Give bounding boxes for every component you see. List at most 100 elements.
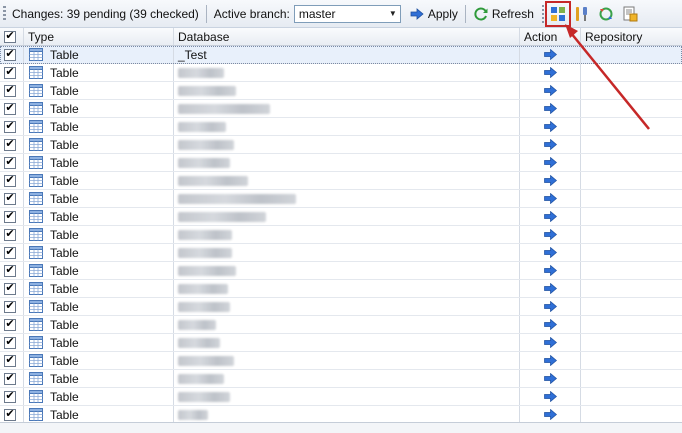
apply-to-repository-arrow-icon[interactable] <box>542 155 558 171</box>
row-checkbox[interactable]: ✔ <box>4 228 16 241</box>
action-cell[interactable] <box>520 334 581 351</box>
row-checkbox[interactable]: ✔ <box>4 246 16 259</box>
row-checkbox-cell[interactable]: ✔ <box>0 298 24 315</box>
header-select-all[interactable]: ✔ <box>0 28 24 45</box>
apply-to-repository-arrow-icon[interactable] <box>542 173 558 189</box>
sync-button[interactable] <box>596 4 616 24</box>
action-cell[interactable] <box>520 316 581 333</box>
apply-to-repository-arrow-icon[interactable] <box>542 371 558 387</box>
apply-to-repository-arrow-icon[interactable] <box>542 299 558 315</box>
action-cell[interactable] <box>520 46 581 63</box>
action-cell[interactable] <box>520 172 581 189</box>
settings-button[interactable] <box>572 4 592 24</box>
report-button[interactable] <box>620 4 640 24</box>
action-cell[interactable] <box>520 244 581 261</box>
action-cell[interactable] <box>520 406 581 422</box>
row-checkbox[interactable]: ✔ <box>4 210 16 223</box>
apply-to-repository-arrow-icon[interactable] <box>542 83 558 99</box>
table-row[interactable]: ✔ Table <box>0 388 682 406</box>
row-checkbox[interactable]: ✔ <box>4 138 16 151</box>
table-row[interactable]: ✔ Table <box>0 154 682 172</box>
apply-to-repository-arrow-icon[interactable] <box>542 353 558 369</box>
apply-to-repository-arrow-icon[interactable] <box>542 281 558 297</box>
row-checkbox[interactable]: ✔ <box>4 192 16 205</box>
header-action[interactable]: Action <box>520 28 581 45</box>
apply-to-repository-arrow-icon[interactable] <box>542 101 558 117</box>
action-cell[interactable] <box>520 64 581 81</box>
row-checkbox-cell[interactable]: ✔ <box>0 406 24 422</box>
row-checkbox[interactable]: ✔ <box>4 174 16 187</box>
row-checkbox-cell[interactable]: ✔ <box>0 172 24 189</box>
action-cell[interactable] <box>520 262 581 279</box>
row-checkbox-cell[interactable]: ✔ <box>0 280 24 297</box>
table-row[interactable]: ✔ Table <box>0 100 682 118</box>
row-checkbox[interactable]: ✔ <box>4 336 16 349</box>
row-checkbox-cell[interactable]: ✔ <box>0 100 24 117</box>
row-checkbox-cell[interactable]: ✔ <box>0 208 24 225</box>
action-cell[interactable] <box>520 388 581 405</box>
table-row[interactable]: ✔ Table <box>0 226 682 244</box>
apply-to-repository-arrow-icon[interactable] <box>542 335 558 351</box>
header-type[interactable]: Type <box>24 28 174 45</box>
row-checkbox-cell[interactable]: ✔ <box>0 154 24 171</box>
apply-to-repository-arrow-icon[interactable] <box>542 65 558 81</box>
row-checkbox[interactable]: ✔ <box>4 156 16 169</box>
row-checkbox[interactable]: ✔ <box>4 408 16 421</box>
apply-to-repository-arrow-icon[interactable] <box>542 245 558 261</box>
action-cell[interactable] <box>520 154 581 171</box>
action-cell[interactable] <box>520 82 581 99</box>
apply-to-repository-arrow-icon[interactable] <box>542 191 558 207</box>
row-checkbox-cell[interactable]: ✔ <box>0 262 24 279</box>
action-cell[interactable] <box>520 136 581 153</box>
table-row[interactable]: ✔ Table _Test <box>0 46 682 64</box>
row-checkbox[interactable]: ✔ <box>4 282 16 295</box>
apply-to-repository-arrow-icon[interactable] <box>542 47 558 63</box>
header-repository[interactable]: Repository <box>581 28 682 45</box>
table-row[interactable]: ✔ Table <box>0 172 682 190</box>
header-database[interactable]: Database <box>174 28 520 45</box>
table-row[interactable]: ✔ Table <box>0 136 682 154</box>
action-cell[interactable] <box>520 298 581 315</box>
action-cell[interactable] <box>520 190 581 207</box>
table-row[interactable]: ✔ Table <box>0 280 682 298</box>
row-checkbox-cell[interactable]: ✔ <box>0 118 24 135</box>
table-row[interactable]: ✔ Table <box>0 118 682 136</box>
row-checkbox-cell[interactable]: ✔ <box>0 370 24 387</box>
table-row[interactable]: ✔ Table <box>0 352 682 370</box>
row-checkbox-cell[interactable]: ✔ <box>0 388 24 405</box>
action-cell[interactable] <box>520 370 581 387</box>
select-all-checkbox[interactable]: ✔ <box>4 30 16 43</box>
table-row[interactable]: ✔ Table <box>0 64 682 82</box>
row-checkbox-cell[interactable]: ✔ <box>0 334 24 351</box>
table-row[interactable]: ✔ Table <box>0 298 682 316</box>
action-cell[interactable] <box>520 352 581 369</box>
row-checkbox[interactable]: ✔ <box>4 264 16 277</box>
table-row[interactable]: ✔ Table <box>0 244 682 262</box>
table-row[interactable]: ✔ Table <box>0 82 682 100</box>
table-row[interactable]: ✔ Table <box>0 208 682 226</box>
table-row[interactable]: ✔ Table <box>0 190 682 208</box>
table-row[interactable]: ✔ Table <box>0 316 682 334</box>
row-checkbox[interactable]: ✔ <box>4 84 16 97</box>
row-checkbox-cell[interactable]: ✔ <box>0 244 24 261</box>
row-checkbox[interactable]: ✔ <box>4 48 16 61</box>
apply-to-repository-arrow-icon[interactable] <box>542 263 558 279</box>
row-checkbox[interactable]: ✔ <box>4 66 16 79</box>
row-checkbox-cell[interactable]: ✔ <box>0 82 24 99</box>
row-checkbox[interactable]: ✔ <box>4 354 16 367</box>
compare-button[interactable] <box>544 0 571 27</box>
apply-to-repository-arrow-icon[interactable] <box>542 209 558 225</box>
row-checkbox[interactable]: ✔ <box>4 372 16 385</box>
apply-to-repository-arrow-icon[interactable] <box>542 407 558 423</box>
table-row[interactable]: ✔ Table <box>0 334 682 352</box>
action-cell[interactable] <box>520 100 581 117</box>
apply-to-repository-arrow-icon[interactable] <box>542 227 558 243</box>
toolbar-grip[interactable] <box>3 5 6 22</box>
apply-button[interactable]: Apply <box>409 6 458 22</box>
table-row[interactable]: ✔ Table <box>0 262 682 280</box>
row-checkbox[interactable]: ✔ <box>4 390 16 403</box>
row-checkbox-cell[interactable]: ✔ <box>0 226 24 243</box>
row-checkbox-cell[interactable]: ✔ <box>0 46 24 63</box>
refresh-button[interactable]: Refresh <box>473 6 534 22</box>
row-checkbox[interactable]: ✔ <box>4 300 16 313</box>
